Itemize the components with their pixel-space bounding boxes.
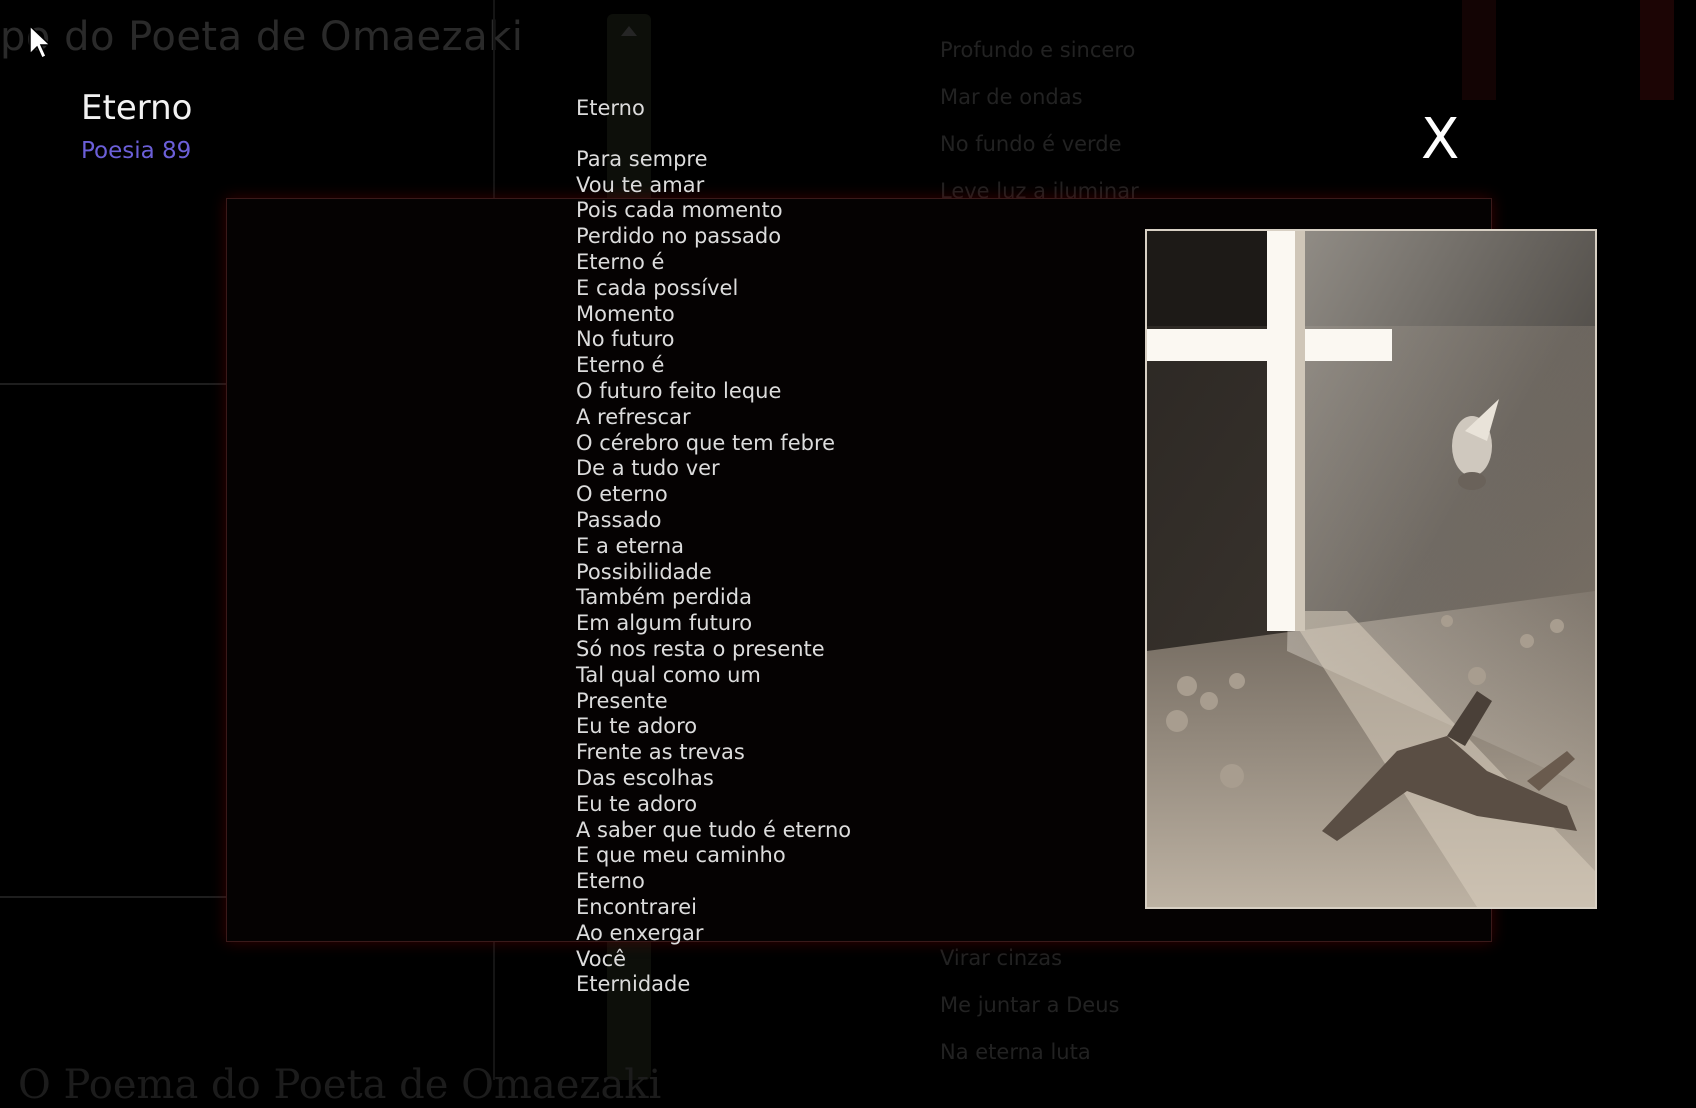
background-page-title: po do Poeta de Omaezaki [0, 14, 524, 60]
background-divider [0, 896, 226, 898]
background-list-item: Profundo e sincero [940, 38, 1136, 62]
poem-line: Em algum futuro [576, 611, 753, 636]
poem-line: A refrescar [576, 404, 691, 429]
mouse-pointer-icon [29, 24, 52, 60]
poem-line: No futuro [576, 327, 675, 352]
poem-line: Tal qual como um [576, 662, 761, 687]
poem-line: Perdido no passado [576, 224, 782, 249]
scroll-up-arrow-icon [621, 26, 637, 36]
poem-heading: Eterno [81, 88, 193, 128]
background-list-item: No fundo é verde [940, 132, 1122, 156]
poem-illustration [1145, 229, 1597, 909]
poem-line: E cada possível [576, 275, 739, 300]
poem-line: Eterno é [576, 353, 665, 378]
poem-line: Eu te adoro [576, 714, 698, 739]
poem-line: Eternidade [576, 972, 691, 997]
poem-line: Momento [576, 301, 675, 326]
poem-title: Eterno [576, 96, 645, 120]
cross-illustration-image [1147, 231, 1595, 907]
background-bottom-text: O Poema do Poeta de Omaezaki [18, 1062, 662, 1108]
poem-line: O futuro feito leque [576, 378, 782, 403]
close-button[interactable]: X [1421, 108, 1459, 172]
poem-line: Encontrarei [576, 894, 697, 919]
poem-line: A saber que tudo é eterno [576, 817, 852, 842]
poem-line: De a tudo ver [576, 456, 720, 481]
poem-line: Ao enxergar [576, 920, 704, 945]
poem-body: Eterno Para sempre Vou te amar Pois cada m… [576, 96, 851, 998]
poem-line: Vou te amar [576, 172, 705, 197]
poem-line: Presente [576, 688, 668, 713]
background-list-item: Virar cinzas [940, 946, 1063, 970]
poem-line: Só nos resta o presente [576, 636, 825, 661]
poem-line: Passado [576, 507, 662, 532]
poem-line: Pois cada momento [576, 198, 783, 223]
poem-line: Também perdida [576, 585, 752, 610]
background-decoration [1462, 0, 1496, 100]
poem-line: E que meu caminho [576, 843, 786, 868]
poem-line: Eterno [576, 869, 645, 894]
poem-line: Frente as trevas [576, 740, 745, 765]
background-poem-list: Virar cinzas Me juntar a Deus Na eterna … [940, 935, 1119, 1076]
poem-line: Possibilidade [576, 559, 712, 584]
background-divider [0, 383, 226, 385]
poem-number: Poesia 89 [81, 138, 192, 164]
background-list-item: Me juntar a Deus [940, 993, 1120, 1017]
poem-line: Você [576, 946, 627, 971]
poem-line: Eterno é [576, 249, 665, 274]
poem-line: Das escolhas [576, 765, 714, 790]
poem-line: E a eterna [576, 533, 685, 558]
poem-line: O cérebro que tem febre [576, 430, 836, 455]
background-list-item: Mar de ondas [940, 85, 1083, 109]
background-list-item: Na eterna luta [940, 1040, 1091, 1064]
poem-line: O eterno [576, 482, 668, 507]
poem-lines: Para sempre Vou te amar Pois cada momento P… [576, 147, 851, 998]
poem-line: Eu te adoro [576, 791, 698, 816]
background-poem-list: Profundo e sincero Mar de ondas No fundo… [940, 27, 1139, 215]
background-decoration [1640, 0, 1674, 100]
poem-line: Para sempre [576, 146, 708, 171]
